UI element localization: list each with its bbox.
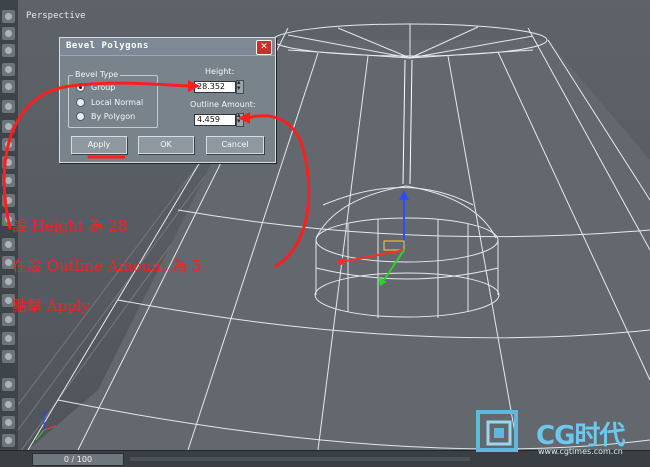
annotation-step-height: 設 Height 為 28: [12, 217, 128, 235]
annotation-step-outline: 在設 Outline Amount 為 5: [12, 257, 202, 275]
cg-logo-icon: [476, 410, 518, 452]
watermark-url: www.cgtimes.com.cn: [538, 447, 623, 456]
cg-watermark: CG时代 www.cgtimes.com.cn: [474, 408, 644, 458]
annotation-step-apply: 點擊 Apply: [12, 297, 91, 315]
